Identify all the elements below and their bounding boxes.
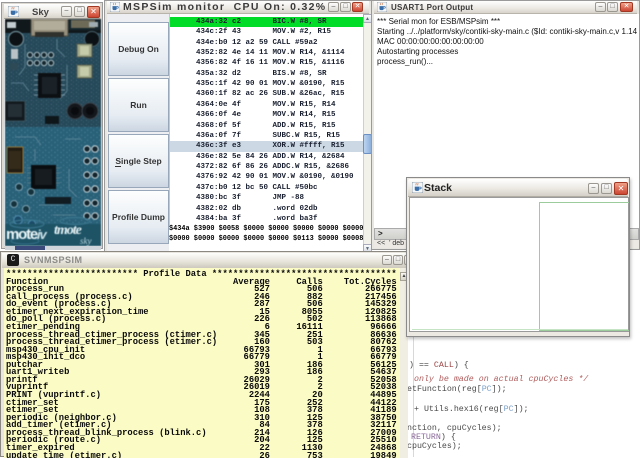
svg-text:moteiv: moteiv: [6, 226, 47, 243]
svg-text:sky: sky: [80, 236, 92, 246]
svg-text:tmote: tmote: [54, 223, 82, 238]
